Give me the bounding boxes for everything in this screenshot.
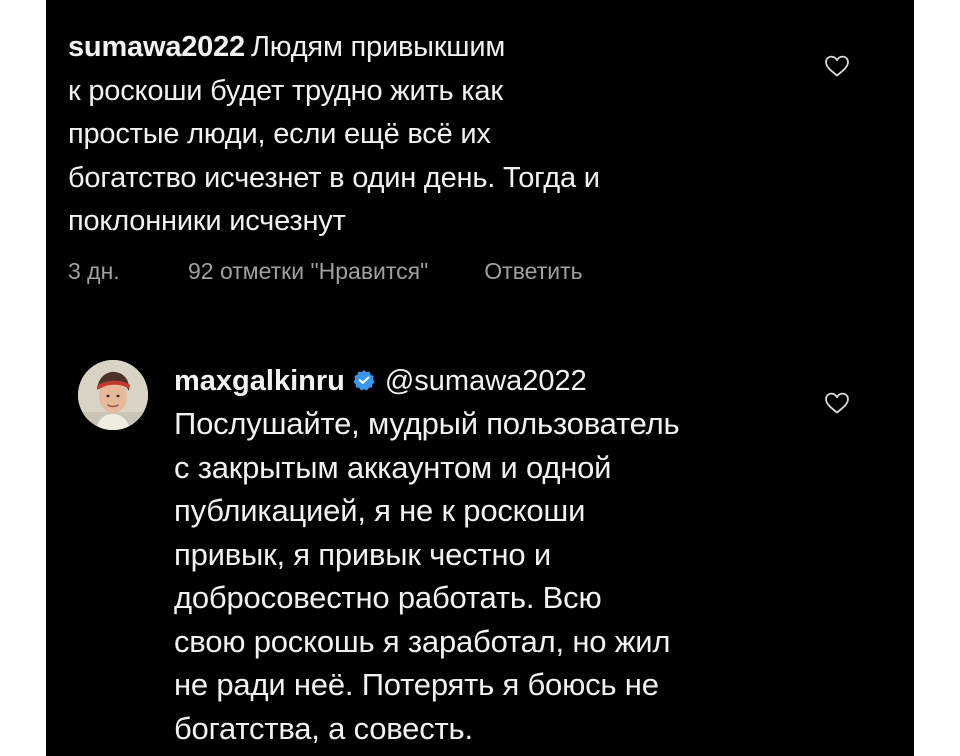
comment-line: к роскоши будет трудно жить как xyxy=(68,74,503,107)
comment-likes-count[interactable]: 92 отметки "Нравится" xyxy=(188,258,428,285)
comments-panel: sumawa2022 Людям привыкшим к роскоши буде… xyxy=(46,0,914,756)
comment-line: не ради неё. Потерять я боюсь не xyxy=(174,667,659,702)
comment-line: привык, я привык честно и xyxy=(174,536,551,572)
reply-button[interactable]: Ответить xyxy=(484,258,582,285)
comment-line: простые люди, если ещё всё их xyxy=(68,118,491,150)
comment-line: Послушайте, мудрый пользователь xyxy=(174,406,680,441)
comment-line: публикацией, я не к роскоши xyxy=(174,493,586,528)
comment-mention[interactable]: @sumawa2022 xyxy=(385,365,587,397)
comment-text: Послушайте, мудрый пользователь с закрыт… xyxy=(174,402,814,750)
comment-username[interactable]: sumawa2022 xyxy=(68,31,245,63)
comment-line: добросовестно работать. Всю xyxy=(174,580,602,615)
comment-meta: 3 дн. 92 отметки "Нравится" Ответить xyxy=(68,258,583,285)
comment-line: свою роскошь я заработал, но жил xyxy=(174,623,671,659)
comment-header: maxgalkinru @sumawa2022 xyxy=(174,360,814,402)
comment-text: sumawa2022 Людям привыкшим к роскоши буде… xyxy=(68,26,808,244)
avatar[interactable] xyxy=(78,360,148,430)
comment-username[interactable]: maxgalkinru xyxy=(174,365,345,397)
verified-badge-icon xyxy=(353,369,375,391)
comment-line: с закрытым аккаунтом и одной xyxy=(174,449,612,485)
comment-line: Людям привыкшим xyxy=(250,31,506,63)
comment-line: поклонники исчезнут xyxy=(68,205,346,237)
heart-outline-icon[interactable] xyxy=(824,391,850,415)
comment-time: 3 дн. xyxy=(68,258,120,284)
heart-outline-icon[interactable] xyxy=(824,54,850,78)
comment-sumawa2022: sumawa2022 Людям привыкшим к роскоши буде… xyxy=(68,26,808,244)
comment-line: богатство исчезнет в один день. Тогда и xyxy=(68,161,600,194)
comment-maxgalkinru: maxgalkinru @sumawa2022 Послушайте, мудр… xyxy=(174,360,814,750)
comment-line: богатства, а совесть. xyxy=(174,710,473,746)
